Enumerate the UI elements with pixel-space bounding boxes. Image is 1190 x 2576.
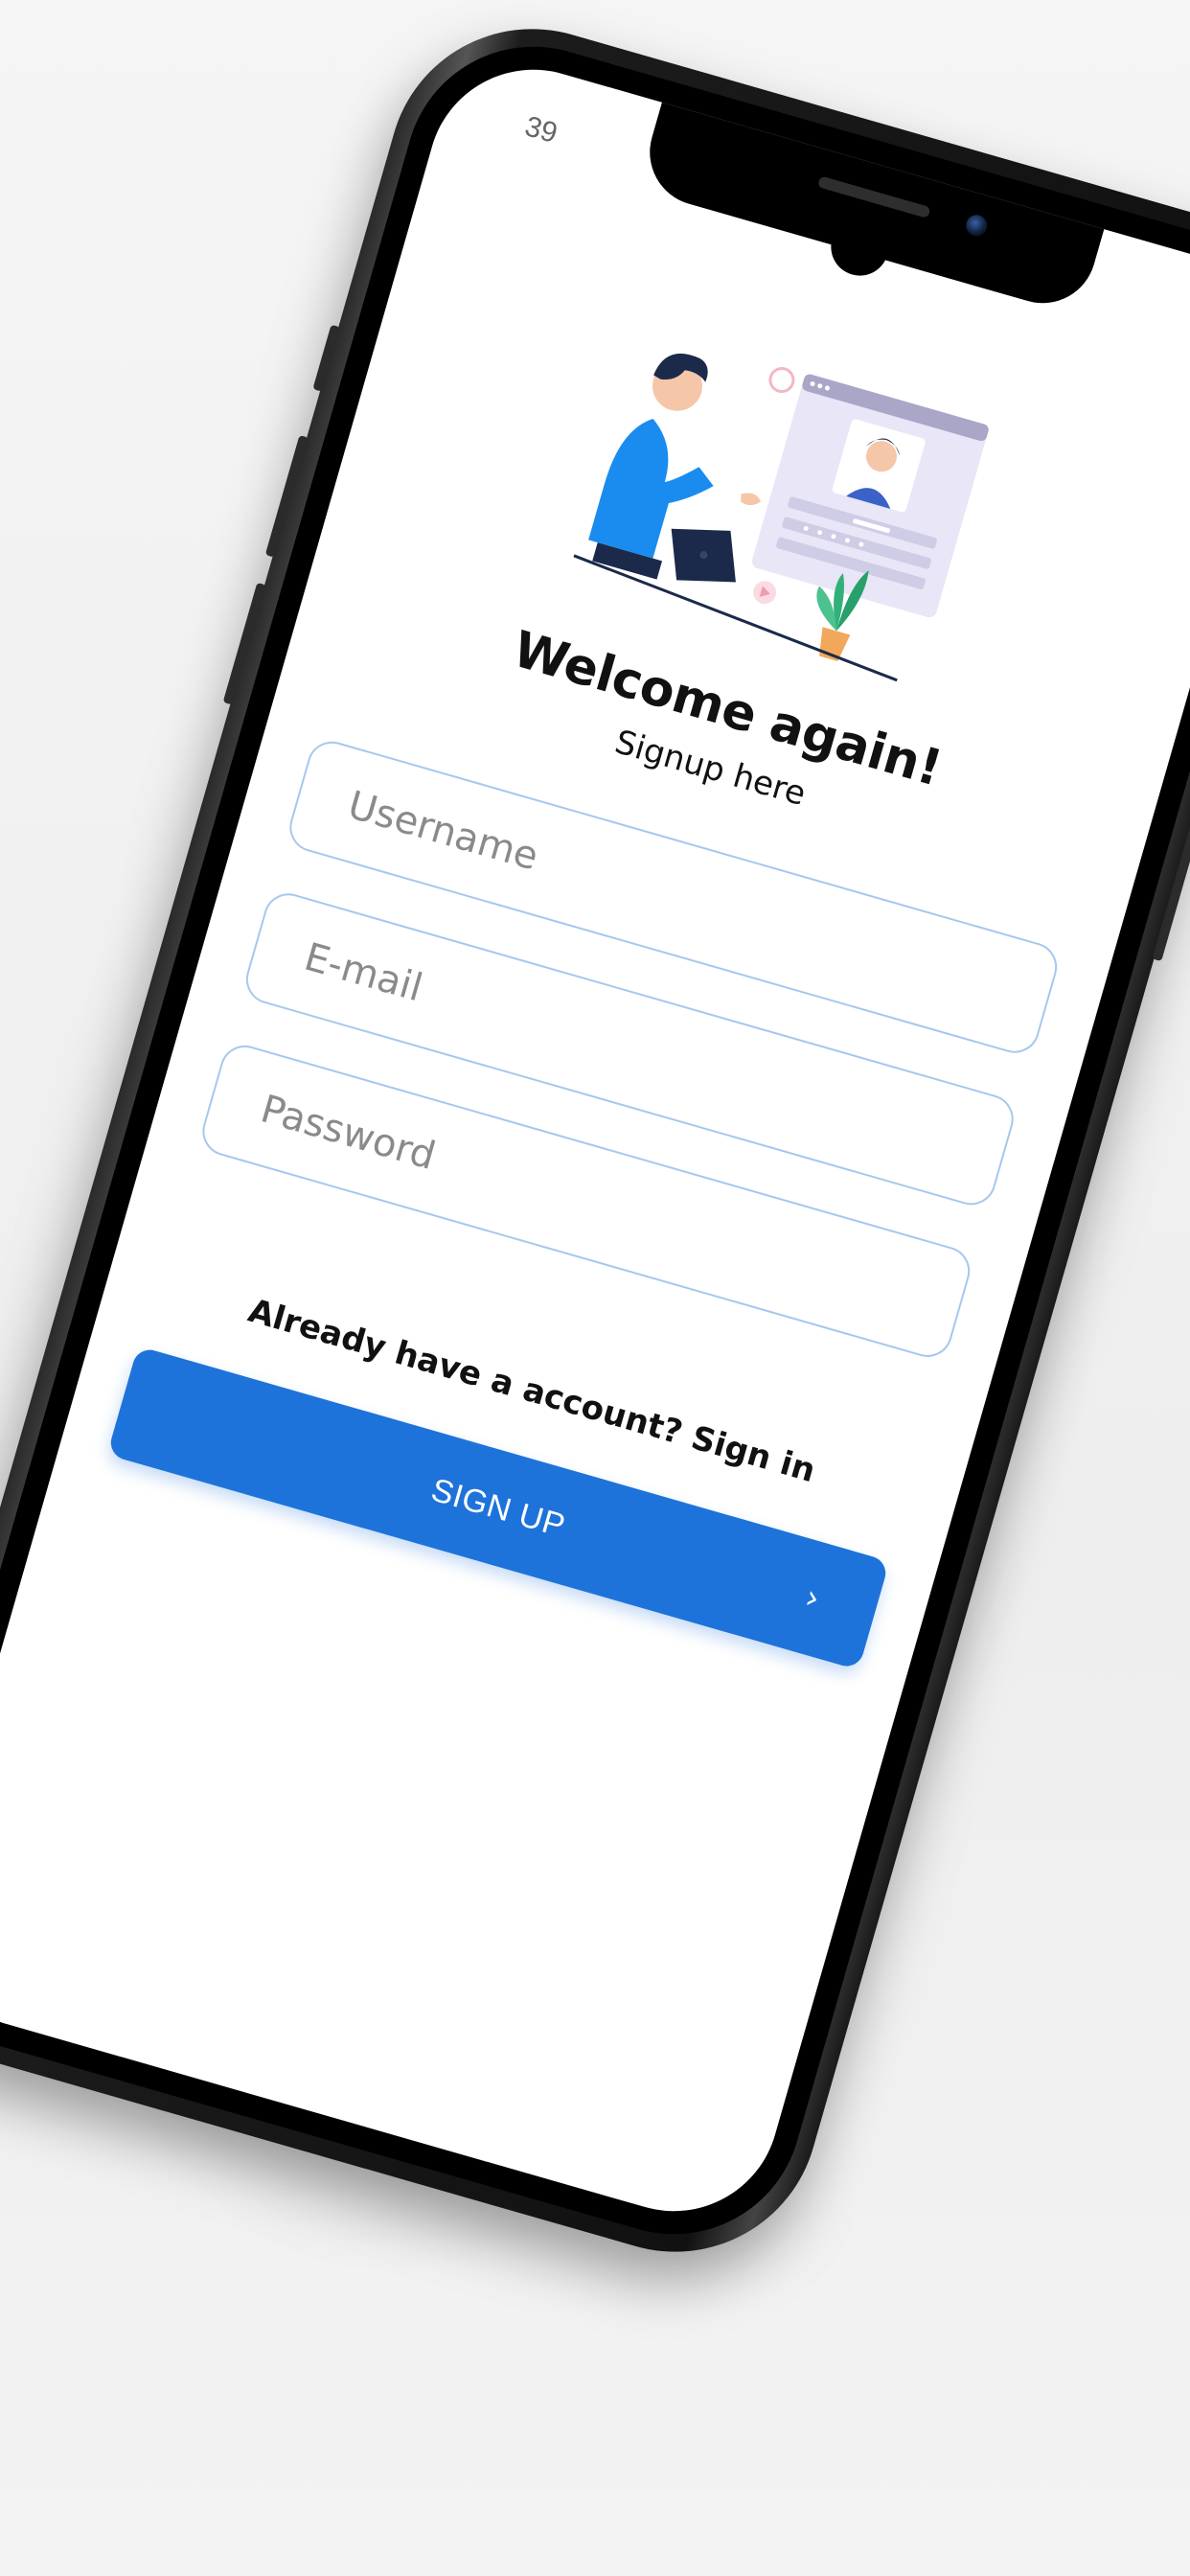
front-camera	[963, 212, 990, 239]
app-screen: 39 Welcome again! Signup here Username E…	[0, 44, 1190, 2237]
phone-device: 39 Welcome again! Signup here Username E…	[0, 0, 1190, 2287]
signup-button-label: SIGN UP	[427, 1471, 570, 1545]
status-time: 39	[521, 110, 561, 150]
notch-bump	[824, 229, 890, 283]
background: 39 Welcome again! Signup here Username E…	[0, 0, 1190, 2576]
laptop-icon	[671, 528, 736, 583]
globe-icon	[768, 367, 795, 394]
chevron-right-icon: ›	[800, 1577, 825, 1619]
browser-window	[751, 374, 989, 618]
speaker-grille	[816, 175, 931, 218]
